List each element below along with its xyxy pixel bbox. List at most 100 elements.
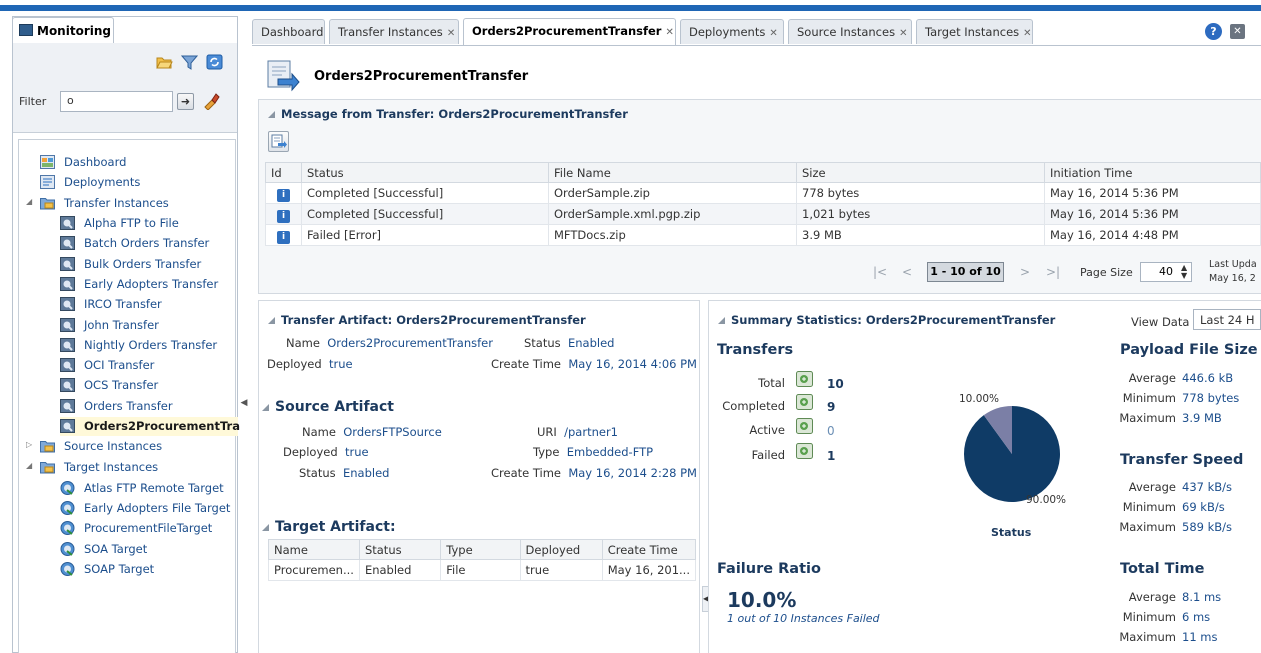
tab-deployments[interactable]: Deployments ✕ <box>680 19 784 44</box>
source-status: Status Enabled <box>299 466 389 480</box>
instances-drilldown-icon[interactable] <box>796 418 813 434</box>
transfer-icon <box>60 257 75 271</box>
target-col-deployed[interactable]: Deployed <box>519 539 603 560</box>
help-icon[interactable]: ? <box>1205 23 1222 40</box>
stat-value: 446.6 kB <box>1182 371 1234 385</box>
col-initiation-time[interactable]: Initiation Time <box>1044 162 1261 183</box>
summary-section-title[interactable]: Summary Statistics: Orders2ProcurementTr… <box>718 313 1055 327</box>
tree-node-early-adopters-file-target[interactable]: Early Adopters File Target <box>60 499 238 518</box>
count-value[interactable]: 0 <box>827 424 835 438</box>
cell-size: 3.9 MB <box>796 224 1045 246</box>
instances-drilldown-icon[interactable] <box>796 371 813 387</box>
message-table: Id Status File Name Size Initiation Time… <box>265 162 1261 246</box>
last-updated-label: Last Upda <box>1209 259 1257 270</box>
export-button[interactable] <box>268 131 289 152</box>
target-col-create-time[interactable]: Create Time <box>601 539 697 560</box>
tree-node-atlas-ftp-remote-target[interactable]: Atlas FTP Remote Target <box>60 479 238 498</box>
next-page-icon[interactable]: > <box>1020 265 1030 279</box>
table-row[interactable]: i Completed [Successful] OrderSample.zip 77… <box>265 182 1261 204</box>
tab-target-instances[interactable]: Target Instances ✕ <box>916 19 1033 44</box>
stat-label: Minimum <box>1122 610 1176 624</box>
close-tab-icon[interactable]: ✕ <box>899 28 907 39</box>
count-value[interactable]: 9 <box>827 400 835 414</box>
target-col-type[interactable]: Type <box>440 539 521 560</box>
col-size[interactable]: Size <box>796 162 1045 183</box>
tab-dashboard[interactable]: Dashboard <box>252 19 325 44</box>
target-artifact-title[interactable]: Target Artifact: <box>262 519 396 535</box>
message-section-title[interactable]: Message from Transfer: Orders2Procuremen… <box>268 107 628 121</box>
filter-go-button[interactable]: ➜ <box>177 93 194 110</box>
col-id[interactable]: Id <box>265 162 302 183</box>
tree-node-transfer-instances[interactable]: Transfer Instances <box>40 194 238 213</box>
info-icon[interactable]: i <box>277 189 290 202</box>
close-tab-icon[interactable]: ✕ <box>665 27 673 38</box>
tree-node-irco-transfer[interactable]: IRCO Transfer <box>60 295 238 314</box>
info-icon[interactable]: i <box>277 231 290 244</box>
close-tab-icon[interactable]: ✕ <box>447 28 455 39</box>
expanded-triangle-icon[interactable]: ◢ <box>26 462 34 470</box>
tree-node-batch-orders-transfer[interactable]: Batch Orders Transfer <box>60 234 238 253</box>
monitoring-tab[interactable]: Monitoring <box>12 17 114 43</box>
info-icon[interactable]: i <box>277 210 290 223</box>
source-artifact-title[interactable]: Source Artifact <box>262 399 394 415</box>
tab-source-instances[interactable]: Source Instances ✕ <box>788 19 912 44</box>
tree-node-ocs-transfer[interactable]: OCS Transfer <box>60 376 238 395</box>
failure-ratio-subtitle: 1 out of 10 Instances Failed <box>727 612 880 625</box>
tree-node-procurementfiletarget[interactable]: ProcurementFileTarget <box>60 519 238 538</box>
clear-filter-icon[interactable] <box>202 92 220 110</box>
cell-file-name: OrderSample.zip <box>548 182 797 204</box>
view-data-select[interactable]: Last 24 H <box>1193 309 1261 330</box>
count-value[interactable]: 1 <box>827 449 835 463</box>
table-row[interactable]: i Completed [Successful] OrderSample.xml.p… <box>265 203 1261 225</box>
tree-node-soa-target[interactable]: SOA Target <box>60 540 238 559</box>
instances-drilldown-icon[interactable] <box>796 394 813 410</box>
first-page-icon[interactable]: |< <box>873 265 887 279</box>
table-row[interactable]: i Failed [Error] MFTDocs.zip 3.9 MB May 16, … <box>265 224 1261 246</box>
tab-orders2procurementtransfer[interactable]: Orders2ProcurementTransfer ✕ <box>463 18 676 45</box>
collapse-triangle-icon[interactable] <box>262 524 269 531</box>
close-all-tabs-icon[interactable]: ✕ <box>1230 24 1245 39</box>
prev-page-icon[interactable]: < <box>902 265 912 279</box>
tree-node-source-instances[interactable]: Source Instances <box>40 437 238 456</box>
transfer-page-icon <box>267 60 300 92</box>
tree-node-early-adopters-transfer[interactable]: Early Adopters Transfer <box>60 275 238 294</box>
collapse-triangle-icon[interactable] <box>268 317 275 324</box>
last-page-icon[interactable]: >| <box>1046 265 1060 279</box>
close-tab-icon[interactable]: ✕ <box>769 28 777 39</box>
tree-node-label: Nightly Orders Transfer <box>84 338 218 352</box>
col-file-name[interactable]: File Name <box>548 162 797 183</box>
refresh-icon[interactable] <box>206 54 223 70</box>
artifact-section-title[interactable]: Transfer Artifact: Orders2ProcurementTra… <box>268 313 586 327</box>
collapsed-triangle-icon[interactable]: ▷ <box>26 441 34 449</box>
tree-node-deployments[interactable]: Deployments <box>40 173 238 192</box>
monitoring-tab-label: Monitoring <box>37 24 111 38</box>
table-row[interactable]: Procuremen... Enabled File true May 16, … <box>268 559 697 581</box>
tree-node-dashboard[interactable]: Dashboard <box>40 153 238 172</box>
collapse-triangle-icon[interactable] <box>268 111 275 118</box>
col-status[interactable]: Status <box>301 162 549 183</box>
tree-node-john-transfer[interactable]: John Transfer <box>60 316 238 335</box>
instances-drilldown-icon[interactable] <box>796 443 813 459</box>
tab-transfer-instances[interactable]: Transfer Instances ✕ <box>329 19 459 44</box>
tree-node-oci-transfer[interactable]: OCI Transfer <box>60 356 238 375</box>
collapse-triangle-icon[interactable] <box>718 317 725 324</box>
target-col-name[interactable]: Name <box>268 539 360 560</box>
tree-node-soap-target[interactable]: SOAP Target <box>60 560 238 579</box>
tree-node-orders2procurementtra[interactable]: Orders2ProcurementTra <box>60 417 240 436</box>
tree-node-alpha-ftp-to-file[interactable]: Alpha FTP to File <box>60 214 238 233</box>
tree-node-orders-transfer[interactable]: Orders Transfer <box>60 397 238 416</box>
close-tab-icon[interactable]: ✕ <box>1023 28 1031 39</box>
collapse-triangle-icon[interactable] <box>262 404 269 411</box>
target-col-status[interactable]: Status <box>358 539 442 560</box>
target-icon <box>60 521 75 535</box>
tree-node-target-instances[interactable]: Target Instances <box>40 458 238 477</box>
tree-node-bulk-orders-transfer[interactable]: Bulk Orders Transfer <box>60 255 238 274</box>
open-folder-icon[interactable] <box>156 54 173 70</box>
page-size-spinner[interactable]: ▲ ▼ <box>1181 264 1187 280</box>
panel-splitter-handle[interactable]: ◀ <box>240 392 248 414</box>
tree-node-nightly-orders-transfer[interactable]: Nightly Orders Transfer <box>60 336 238 355</box>
filter-input[interactable]: o <box>60 91 173 112</box>
filter-icon[interactable] <box>181 54 198 70</box>
expanded-triangle-icon[interactable]: ◢ <box>26 198 34 206</box>
count-value[interactable]: 10 <box>827 377 844 391</box>
